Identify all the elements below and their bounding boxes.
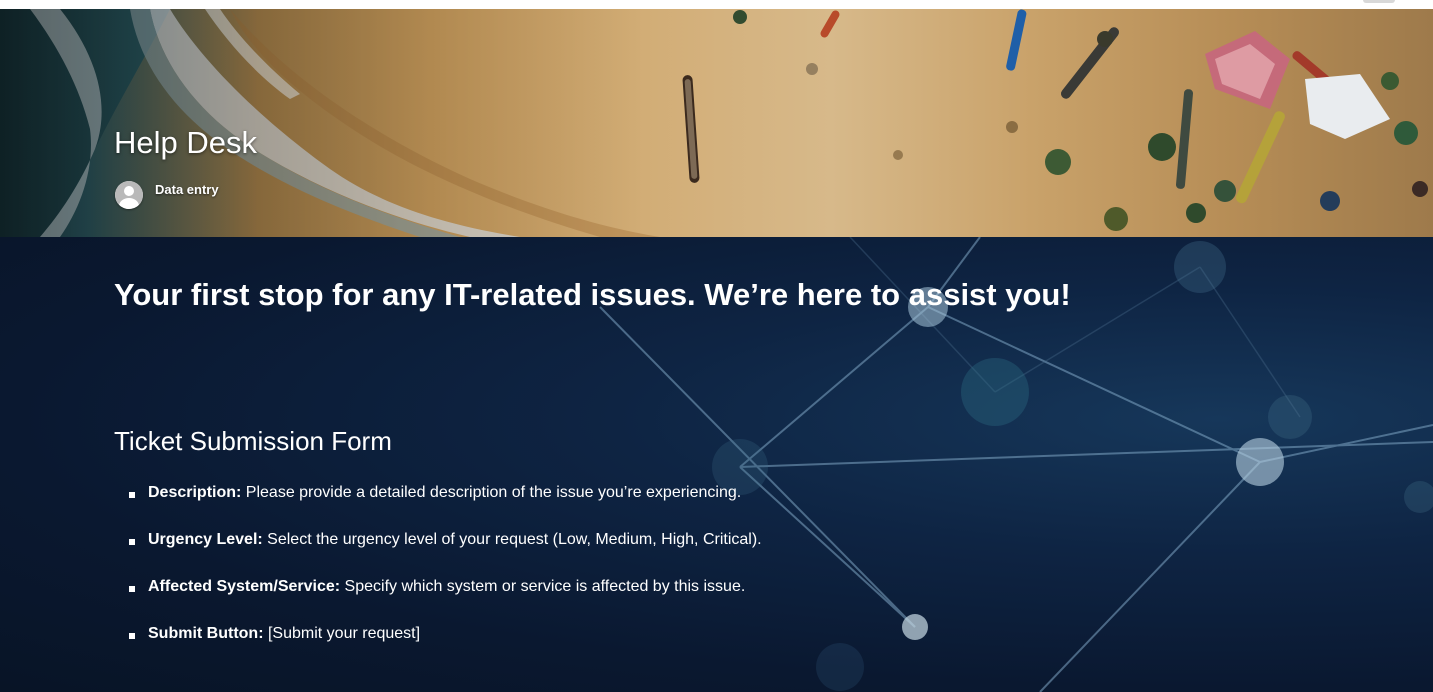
field-name: Urgency Level: (148, 531, 263, 548)
field-description: Specify which system or service is affec… (340, 578, 746, 595)
tagline-heading: Your first stop for any IT-related issue… (114, 277, 1071, 312)
field-description: Select the urgency level of your request… (262, 531, 762, 548)
page: Help Desk Data entry Your first stop for… (0, 0, 1433, 692)
square-bullet-icon (129, 492, 135, 498)
top-strip (0, 0, 1433, 9)
list-item-submit-button: Submit Button: [Submit your request] (114, 625, 762, 672)
field-description: [Submit your request] (263, 625, 421, 642)
top-strip-edge (1363, 0, 1395, 3)
field-name: Description: (148, 484, 242, 501)
square-bullet-icon (129, 633, 135, 639)
list-item-description: Description: Please provide a detailed d… (114, 484, 762, 531)
author-byline[interactable]: Data entry (115, 181, 219, 209)
content-section: Your first stop for any IT-related issue… (0, 237, 1433, 692)
hero-banner: Help Desk Data entry (0, 9, 1433, 237)
list-item-urgency-level: Urgency Level: Select the urgency level … (114, 531, 762, 578)
avatar-head (124, 186, 134, 196)
ticket-form-heading: Ticket Submission Form (114, 426, 392, 456)
page-title: Help Desk (114, 125, 257, 160)
field-name: Affected System/Service: (148, 578, 341, 595)
list-item-affected-system: Affected System/Service: Specify which s… (114, 578, 762, 625)
square-bullet-icon (129, 586, 135, 592)
ticket-field-list: Description: Please provide a detailed d… (114, 484, 762, 672)
person-avatar-icon[interactable] (115, 181, 143, 209)
field-name: Submit Button: (148, 625, 264, 642)
avatar-body (119, 198, 139, 209)
square-bullet-icon (129, 539, 135, 545)
field-description: Please provide a detailed description of… (241, 484, 742, 501)
author-name[interactable]: Data entry (155, 182, 219, 197)
